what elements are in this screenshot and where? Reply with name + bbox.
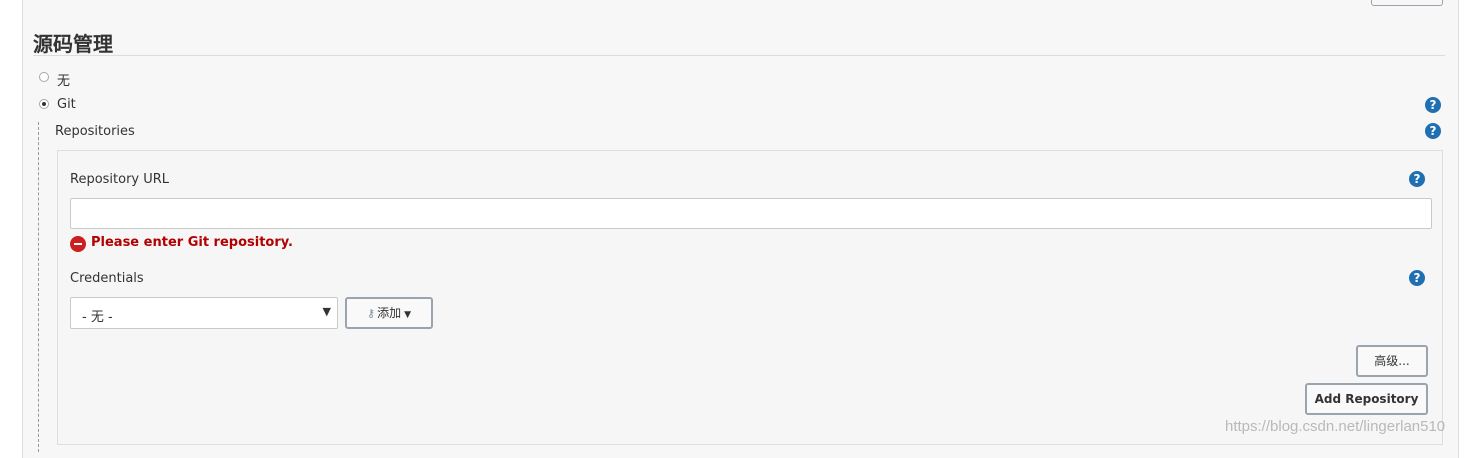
repository-url-help-icon[interactable]: ? [1409,171,1425,187]
scm-git-label: Git [57,97,76,112]
caret-down-icon: ▼ [404,310,411,320]
section-divider [33,55,1445,56]
error-icon [70,236,86,252]
add-repository-button[interactable]: Add Repository [1305,383,1428,415]
key-icon: ⚷ [367,307,376,320]
scm-git-radio[interactable] [39,99,49,109]
credentials-select[interactable]: - 无 - ▼ [70,297,338,329]
scm-none-label: 无 [57,74,71,89]
repository-url-input[interactable] [70,198,1432,229]
add-credentials-label: 添加 [377,306,402,320]
credentials-help-icon[interactable]: ? [1409,270,1425,286]
repository-url-label: Repository URL [70,172,170,187]
add-credentials-button[interactable]: ⚷ 添加 ▼ [345,297,433,329]
chevron-down-icon: ▼ [322,305,331,318]
watermark: https://blog.csdn.net/lingerlan510 [1225,418,1446,435]
credentials-selected-value: - 无 - [82,310,113,325]
git-options-indent-line [38,122,39,452]
repositories-help-icon[interactable]: ? [1425,123,1441,139]
git-help-icon[interactable]: ? [1425,97,1441,113]
previous-section-button[interactable] [1371,0,1443,6]
credentials-label: Credentials [70,271,144,286]
advanced-button[interactable]: 高级... [1356,345,1428,377]
section-title: 源码管理 [33,32,113,56]
scm-none-radio[interactable] [39,72,49,82]
repository-url-error: Please enter Git repository. [91,235,293,250]
repositories-label: Repositories [55,124,135,139]
